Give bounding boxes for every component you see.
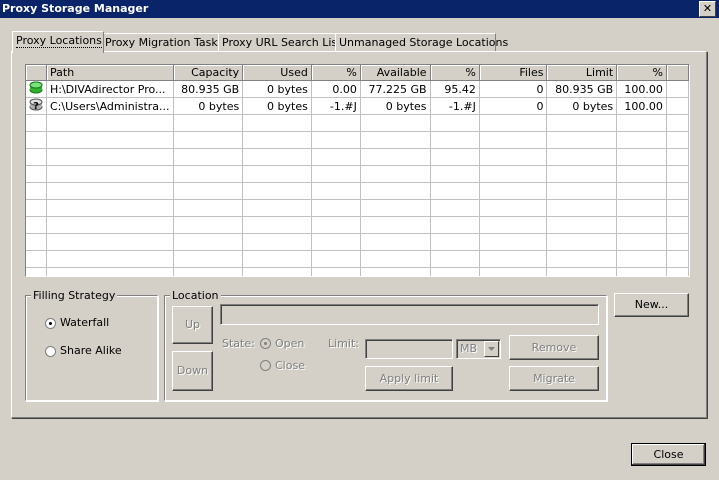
cell-limit-percent: 100.00 xyxy=(616,97,667,115)
remove-button[interactable]: Remove xyxy=(509,335,599,360)
migrate-button[interactable]: Migrate xyxy=(509,366,599,391)
column-header-available[interactable]: Available xyxy=(360,65,431,81)
proxy-locations-grid[interactable]: Path Capacity Used % Available % Files L… xyxy=(25,64,690,277)
unknown-disk-icon: ? xyxy=(26,97,47,115)
share-alike-radio[interactable] xyxy=(45,346,56,357)
down-button[interactable]: Down xyxy=(172,351,213,391)
empty-row xyxy=(26,165,689,183)
filler-cell xyxy=(666,97,689,115)
location-legend: Location xyxy=(170,289,221,302)
unit-value: MB xyxy=(460,342,478,355)
icon-column-header[interactable] xyxy=(26,65,47,81)
column-header-limit[interactable]: Limit xyxy=(546,65,618,81)
title-bar: Proxy Storage Manager ✕ xyxy=(0,0,719,18)
empty-row xyxy=(26,182,689,200)
tab-label: Proxy Migration Tasks xyxy=(105,36,224,49)
tab-label: Unmanaged Storage Locations xyxy=(339,36,509,49)
open-radio[interactable] xyxy=(260,338,271,349)
filler-column-header xyxy=(666,65,689,81)
filling-strategy-group: Filling Strategy Waterfall Share Alike xyxy=(25,289,158,401)
apply-limit-button[interactable]: Apply limit xyxy=(365,366,453,391)
open-label[interactable]: Open xyxy=(275,337,304,350)
close-radio[interactable] xyxy=(260,360,271,371)
table-row[interactable]: ? C:\Users\Administra... 0 bytes 0 bytes… xyxy=(26,97,689,115)
filler-cell xyxy=(666,80,689,98)
cell-available: 0 bytes xyxy=(360,97,431,115)
cell-limit: 80.935 GB xyxy=(546,80,618,98)
filling-strategy-legend: Filling Strategy xyxy=(31,289,118,302)
share-alike-label[interactable]: Share Alike xyxy=(60,344,122,357)
green-disk-icon xyxy=(26,80,47,98)
empty-row xyxy=(26,114,689,132)
column-header-available-percent[interactable]: % xyxy=(430,65,480,81)
empty-row xyxy=(26,250,689,268)
new-button[interactable]: New... xyxy=(614,293,689,317)
cell-available: 77.225 GB xyxy=(360,80,431,98)
cell-files: 0 xyxy=(479,97,548,115)
tab-proxy-locations[interactable]: Proxy Locations xyxy=(12,31,104,53)
waterfall-radio[interactable] xyxy=(45,318,56,329)
locations-table: Path Capacity Used % Available % Files L… xyxy=(26,65,689,276)
column-header-limit-percent[interactable]: % xyxy=(616,65,667,81)
waterfall-label[interactable]: Waterfall xyxy=(60,316,109,329)
limit-label: Limit: xyxy=(328,337,359,350)
cell-used-percent: 0.00 xyxy=(311,80,361,98)
state-label: State: xyxy=(222,337,255,350)
cell-capacity: 0 bytes xyxy=(173,97,244,115)
cell-used: 0 bytes xyxy=(242,97,312,115)
cell-capacity: 80.935 GB xyxy=(173,80,244,98)
cell-limit: 0 bytes xyxy=(546,97,618,115)
table-header-row: Path Capacity Used % Available % Files L… xyxy=(26,65,689,81)
close-button[interactable]: Close xyxy=(631,443,706,466)
window-title: Proxy Storage Manager xyxy=(2,2,149,15)
table-row[interactable]: H:\DIVAdirector Pro... 80.935 GB 0 bytes… xyxy=(26,80,689,98)
cell-used: 0 bytes xyxy=(242,80,312,98)
cell-path: H:\DIVAdirector Pro... xyxy=(46,80,174,98)
column-header-used[interactable]: Used xyxy=(242,65,312,81)
unit-select[interactable]: MB xyxy=(456,339,501,359)
empty-row xyxy=(26,267,689,276)
tab-label: Proxy URL Search List xyxy=(222,36,342,49)
empty-row xyxy=(26,199,689,217)
location-path-field[interactable] xyxy=(220,304,599,325)
chevron-down-icon[interactable] xyxy=(484,341,499,357)
svg-text:?: ? xyxy=(33,101,39,111)
column-header-path[interactable]: Path xyxy=(46,65,174,81)
limit-input[interactable] xyxy=(365,339,453,359)
cell-path: C:\Users\Administra... xyxy=(46,97,174,115)
column-header-used-percent[interactable]: % xyxy=(311,65,361,81)
column-header-files[interactable]: Files xyxy=(479,65,548,81)
cell-limit-percent: 100.00 xyxy=(616,80,667,98)
up-button[interactable]: Up xyxy=(172,306,213,344)
location-group: Location Up Down State: Open Close Limit… xyxy=(164,289,607,401)
tab-proxy-migration-tasks[interactable]: Proxy Migration Tasks xyxy=(101,33,224,52)
column-header-capacity[interactable]: Capacity xyxy=(173,65,244,81)
tab-label: Proxy Locations xyxy=(16,34,102,48)
cell-available-percent: -1.#J xyxy=(430,97,480,115)
cell-used-percent: -1.#J xyxy=(311,97,361,115)
tab-proxy-url-search-list[interactable]: Proxy URL Search List xyxy=(218,33,341,52)
empty-row xyxy=(26,131,689,149)
tab-unmanaged-storage-locations[interactable]: Unmanaged Storage Locations xyxy=(335,33,508,52)
cell-files: 0 xyxy=(479,80,548,98)
close-window-icon[interactable]: ✕ xyxy=(699,1,716,17)
empty-row xyxy=(26,233,689,251)
close-state-label[interactable]: Close xyxy=(275,359,305,372)
cell-available-percent: 95.42 xyxy=(430,80,480,98)
empty-row xyxy=(26,148,689,166)
empty-row xyxy=(26,216,689,234)
